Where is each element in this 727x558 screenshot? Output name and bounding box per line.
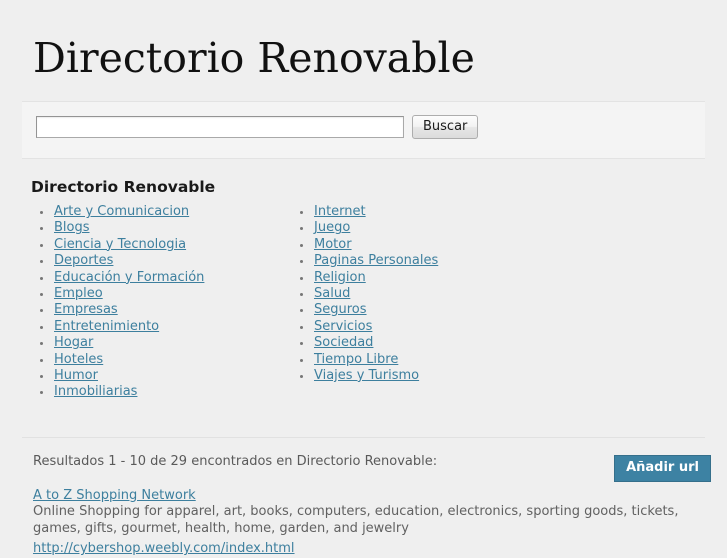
category-column-right: Internet Juego Motor Paginas Personales …: [291, 204, 551, 401]
list-item: Ciencia y Tecnologia: [31, 237, 291, 253]
category-link[interactable]: Juego: [314, 220, 350, 235]
results-header: Resultados 1 - 10 de 29 encontrados en D…: [0, 450, 727, 484]
search-input[interactable]: [36, 116, 404, 138]
category-link[interactable]: Empresas: [54, 302, 118, 317]
category-link[interactable]: Hoteles: [54, 352, 103, 367]
category-link[interactable]: Arte y Comunicacion: [54, 204, 189, 219]
category-link[interactable]: Salud: [314, 286, 350, 301]
result-item: A to Z Shopping Network Online Shopping …: [0, 484, 727, 558]
add-url-button[interactable]: Añadir url: [614, 455, 711, 482]
list-item: Internet: [291, 204, 551, 220]
result-description: Online Shopping for apparel, art, books,…: [33, 504, 679, 536]
results-count-text: Resultados 1 - 10 de 29 encontrados en D…: [33, 454, 438, 469]
search-panel: Buscar: [22, 101, 705, 159]
list-item: Servicios: [291, 319, 551, 335]
list-item: Seguros: [291, 302, 551, 318]
category-link[interactable]: Internet: [314, 204, 366, 219]
list-item: Empresas: [31, 302, 291, 318]
section-divider: [22, 437, 705, 438]
category-list-left: Arte y Comunicacion Blogs Ciencia y Tecn…: [31, 204, 291, 401]
list-item: Deportes: [31, 253, 291, 269]
list-item: Blogs: [31, 220, 291, 236]
category-link[interactable]: Ciencia y Tecnologia: [54, 237, 186, 252]
category-link[interactable]: Religion: [314, 270, 366, 285]
list-item: Hoteles: [31, 352, 291, 368]
category-link[interactable]: Seguros: [314, 302, 367, 317]
category-link[interactable]: Sociedad: [314, 335, 373, 350]
category-list-right: Internet Juego Motor Paginas Personales …: [291, 204, 551, 384]
list-item: Humor: [31, 368, 291, 384]
list-item: Salud: [291, 286, 551, 302]
directory-heading: Directorio Renovable: [31, 178, 216, 196]
category-link[interactable]: Motor: [314, 237, 352, 252]
list-item: Arte y Comunicacion: [31, 204, 291, 220]
list-item: Juego: [291, 220, 551, 236]
search-form: Buscar: [22, 102, 705, 139]
results-section: Resultados 1 - 10 de 29 encontrados en D…: [0, 450, 727, 558]
list-item: Hogar: [31, 335, 291, 351]
directory-section: Directorio Renovable Arte y Comunicacion…: [0, 178, 727, 401]
list-item: Inmobiliarias: [31, 384, 291, 400]
list-item: Viajes y Turismo: [291, 368, 551, 384]
category-link[interactable]: Tiempo Libre: [314, 352, 398, 367]
category-link[interactable]: Empleo: [54, 286, 103, 301]
category-link[interactable]: Educación y Formación: [54, 270, 204, 285]
category-link[interactable]: Deportes: [54, 253, 113, 268]
category-link[interactable]: Entretenimiento: [54, 319, 159, 334]
category-link[interactable]: Blogs: [54, 220, 90, 235]
list-item: Empleo: [31, 286, 291, 302]
site-title: Directorio Renovable: [33, 34, 475, 82]
category-link[interactable]: Paginas Personales: [314, 253, 438, 268]
result-url-link[interactable]: http://cybershop.weebly.com/index.html: [33, 541, 295, 558]
list-item: Sociedad: [291, 335, 551, 351]
category-column-left: Arte y Comunicacion Blogs Ciencia y Tecn…: [31, 204, 291, 401]
result-title-link[interactable]: A to Z Shopping Network: [33, 487, 196, 504]
search-submit-button[interactable]: Buscar: [412, 115, 479, 139]
category-link[interactable]: Viajes y Turismo: [314, 368, 419, 383]
list-item: Motor: [291, 237, 551, 253]
list-item: Entretenimiento: [31, 319, 291, 335]
list-item: Religion: [291, 270, 551, 286]
category-link[interactable]: Servicios: [314, 319, 372, 334]
list-item: Paginas Personales: [291, 253, 551, 269]
list-item: Educación y Formación: [31, 270, 291, 286]
list-item: Tiempo Libre: [291, 352, 551, 368]
category-link[interactable]: Hogar: [54, 335, 93, 350]
category-link[interactable]: Humor: [54, 368, 98, 383]
category-link[interactable]: Inmobiliarias: [54, 384, 137, 399]
category-columns: Arte y Comunicacion Blogs Ciencia y Tecn…: [0, 204, 727, 401]
